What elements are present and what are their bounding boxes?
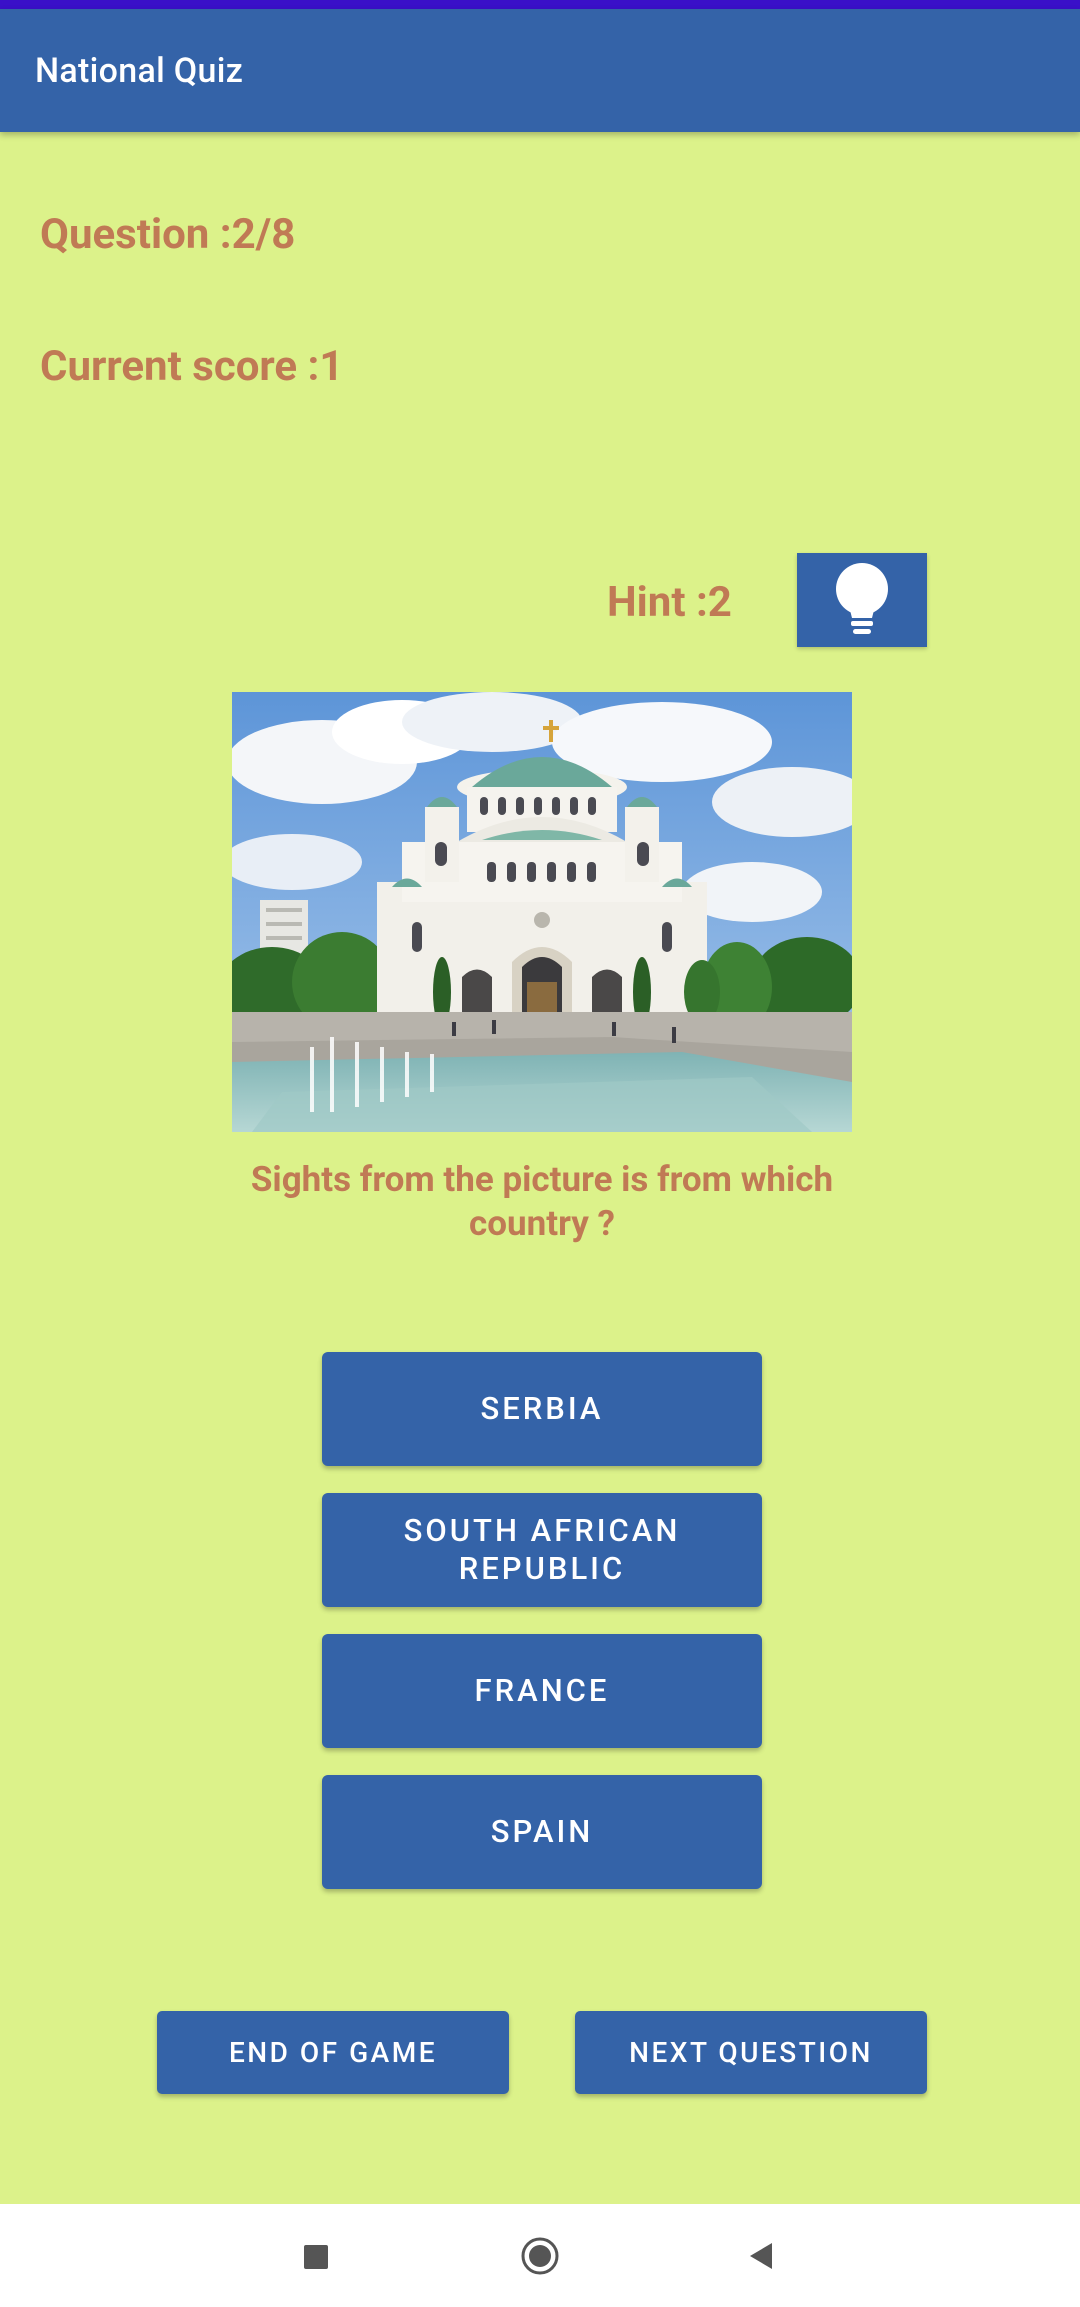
lightbulb-icon xyxy=(836,563,888,634)
answer-button-serbia[interactable]: SERBIA xyxy=(322,1352,762,1466)
system-nav-bar xyxy=(0,2204,1080,2307)
recents-square-icon[interactable] xyxy=(295,2236,335,2276)
app-bar: National Quiz xyxy=(0,9,1080,132)
current-score: Current score :1 xyxy=(40,342,344,391)
question-image xyxy=(232,692,852,1132)
question-counter: Question :2/8 xyxy=(40,210,296,259)
cathedral-photo xyxy=(232,692,852,1132)
end-of-game-button[interactable]: END OF GAME xyxy=(157,2011,509,2094)
answer-button-spain[interactable]: SPAIN xyxy=(322,1775,762,1889)
hint-button[interactable] xyxy=(797,553,927,647)
next-question-button[interactable]: NEXT QUESTION xyxy=(575,2011,927,2094)
back-triangle-icon[interactable] xyxy=(742,2236,782,2276)
answer-button-south-african-republic[interactable]: SOUTH AFRICAN REPUBLIC xyxy=(322,1493,762,1607)
home-circle-icon[interactable] xyxy=(520,2236,560,2276)
answer-button-france[interactable]: FRANCE xyxy=(322,1634,762,1748)
hint-count: Hint :2 xyxy=(607,578,732,627)
question-text: Sights from the picture is from which co… xyxy=(250,1159,834,1244)
app-title: National Quiz xyxy=(35,51,244,91)
status-bar xyxy=(0,0,1080,9)
